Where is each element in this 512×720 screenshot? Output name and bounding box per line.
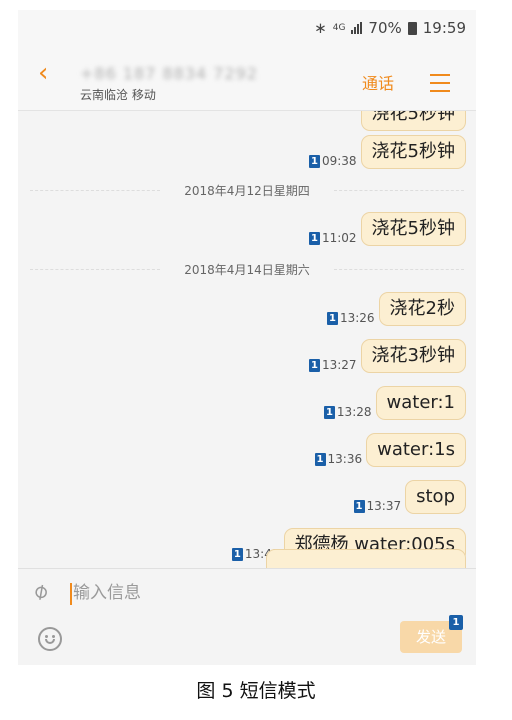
text-caret <box>70 583 72 605</box>
message-bubble[interactable]: 浇花5秒钟 <box>360 111 466 131</box>
message-bubble[interactable]: 浇花2秒 <box>378 292 466 326</box>
status-bar: ∗ 4G 70% 19:59 <box>18 10 476 46</box>
sim-badge: 1 <box>353 499 365 513</box>
signal-icon <box>351 22 363 34</box>
message-item: 1 13:28 water:1 <box>323 386 466 420</box>
message-time: 13:26 <box>339 311 375 325</box>
battery-icon <box>407 21 417 35</box>
sim-badge: 1 <box>314 452 326 466</box>
contact-number: +86 187 8834 7292 <box>80 64 258 83</box>
message-bubble[interactable]: 浇花3秒钟 <box>360 339 466 373</box>
message-bubble[interactable]: water:1 <box>375 386 466 420</box>
message-list[interactable]: 浇花5秒钟 1 09:38 浇花5秒钟 2018年4月12日星期四 1 11:02 … <box>18 111 476 568</box>
emoji-icon[interactable] <box>38 627 62 651</box>
contact-location: 云南临沧 移动 <box>80 88 156 102</box>
send-sim-badge: 1 <box>449 615 463 630</box>
message-time: 13:28 <box>336 405 372 419</box>
message-time: 13:36 <box>327 452 363 466</box>
menu-icon[interactable] <box>430 74 450 98</box>
clock: 19:59 <box>422 19 466 37</box>
message-item: 浇花5秒钟 <box>360 111 466 131</box>
paperclip-icon[interactable]: ⌀ <box>28 577 53 605</box>
message-item: 1 13:26 浇花2秒 <box>326 292 466 326</box>
network-type: 4G <box>332 23 346 33</box>
message-bubble[interactable] <box>266 549 466 568</box>
message-item: 1 11:02 浇花5秒钟 <box>308 212 466 246</box>
battery-percent: 70% <box>368 19 402 37</box>
figure-caption: 图 5 短信模式 <box>196 680 316 702</box>
message-input[interactable] <box>73 581 373 605</box>
sim-badge: 1 <box>308 358 320 372</box>
conversation-header: ‹ +86 187 8834 7292 云南临沧 移动 通话 <box>18 46 476 111</box>
message-bubble[interactable]: 浇花5秒钟 <box>360 212 466 246</box>
message-bubble[interactable]: 浇花5秒钟 <box>360 135 466 169</box>
message-time: 09:38 <box>321 154 357 168</box>
sim-badge: 1 <box>231 547 243 561</box>
message-time: 13:37 <box>366 499 402 513</box>
message-time: 13:27 <box>321 358 357 372</box>
date-separator: 2018年4月14日星期六 <box>18 261 476 278</box>
phone-screen: ∗ 4G 70% 19:59 ‹ +86 187 8834 7292 云南临沧 … <box>18 10 476 665</box>
message-bubble[interactable]: stop <box>405 480 466 514</box>
back-chevron-icon[interactable]: ‹ <box>38 60 48 86</box>
message-item: 1 13:27 浇花3秒钟 <box>308 339 466 373</box>
bluetooth-icon: ∗ <box>314 19 327 37</box>
message-bubble[interactable]: water:1s <box>366 433 466 467</box>
sim-badge: 1 <box>308 154 320 168</box>
sim-badge: 1 <box>326 311 338 325</box>
composer: ⌀ 发送 1 <box>18 568 476 665</box>
sim-badge: 1 <box>323 405 335 419</box>
message-item: 1 13:37 stop <box>353 480 466 514</box>
call-button[interactable]: 通话 <box>362 70 394 94</box>
message-item: 1 13:36 water:1s <box>314 433 466 467</box>
sim-badge: 1 <box>308 231 320 245</box>
message-time: 11:02 <box>321 231 357 245</box>
message-item: 1 09:38 浇花5秒钟 <box>308 135 466 169</box>
date-separator: 2018年4月12日星期四 <box>18 182 476 199</box>
